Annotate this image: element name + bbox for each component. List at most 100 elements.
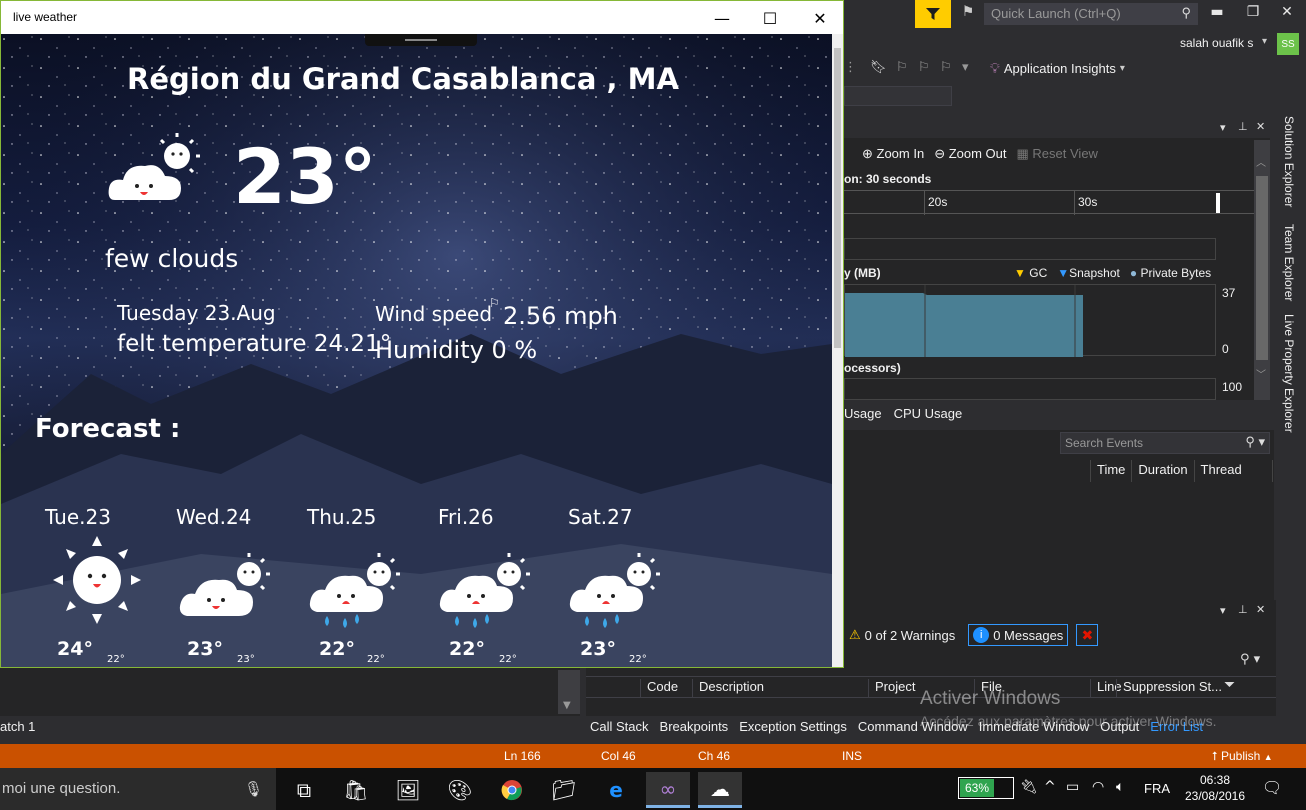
- scrollbar-thumb[interactable]: [834, 48, 841, 348]
- tab-cpu-usage[interactable]: CPU Usage: [894, 406, 963, 426]
- tab-team-explorer[interactable]: Team Explorer: [1282, 224, 1296, 301]
- chevron-down-icon[interactable]: ﹀: [1256, 366, 1266, 381]
- chevron-down-icon[interactable]: ▾: [1262, 36, 1267, 47]
- avatar[interactable]: SS: [1277, 33, 1299, 55]
- clear-filter-icon[interactable]: ✖: [1076, 624, 1099, 646]
- pane-menu-icon[interactable]: ▾: [1220, 121, 1226, 134]
- photos-app-icon[interactable]: 🖼︎: [386, 772, 430, 808]
- search-icon: ⚲ ▾: [1245, 434, 1265, 449]
- task-view-icon[interactable]: ⧉: [282, 772, 326, 808]
- volume-icon[interactable]: 🔈︎: [1116, 779, 1124, 795]
- status-column: Col 46: [601, 749, 636, 763]
- chrome-icon[interactable]: [490, 772, 534, 808]
- bookmark-next-icon[interactable]: ⚐: [918, 60, 930, 75]
- system-clock[interactable]: 06:38 23/08/2016: [1180, 772, 1250, 804]
- feedback-filter-button[interactable]: [915, 0, 951, 28]
- arrow-up-icon: ⭡: [1212, 749, 1218, 763]
- felt-temperature: felt temperature 24.21°: [117, 331, 392, 357]
- chevron-up-icon[interactable]: ︿: [1256, 154, 1266, 169]
- chevron-down-icon: ▾: [1119, 63, 1125, 74]
- zoom-out-button[interactable]: ⊖ Zoom Out: [934, 146, 1006, 162]
- warning-icon: ⚠: [849, 627, 861, 642]
- vs-restore-button[interactable]: ❐: [1240, 4, 1266, 26]
- wind-flag-icon: ⚐: [489, 296, 500, 310]
- toolbar-grip-icon: ⋮: [844, 60, 857, 75]
- search-events-input[interactable]: Search Events ⚲ ▾: [1060, 432, 1270, 454]
- ruler-tick: [924, 191, 925, 215]
- notifications-icon[interactable]: ⚑: [956, 4, 980, 24]
- minimize-button[interactable]: —: [699, 5, 745, 31]
- search-icon[interactable]: ⚲ ▾: [1240, 652, 1260, 667]
- battery-indicator[interactable]: 63%: [958, 777, 1014, 799]
- col-duration[interactable]: Duration: [1131, 460, 1193, 482]
- warnings-filter-button[interactable]: ⚠ 0 of 2 Warnings: [844, 624, 960, 646]
- bookmark-icon[interactable]: 🔖︎: [870, 60, 887, 75]
- timeline-cursor[interactable]: [1216, 193, 1220, 213]
- close-button[interactable]: ✕: [797, 5, 843, 31]
- pin-icon[interactable]: ⊥: [1238, 603, 1248, 616]
- maximize-button[interactable]: ☐: [747, 5, 793, 31]
- tab-watch-1[interactable]: atch 1: [0, 719, 35, 734]
- toolbar-combobox[interactable]: [844, 86, 952, 106]
- cpu-title: ocessors): [844, 361, 901, 375]
- microphone-icon[interactable]: 🎙︎: [244, 780, 263, 798]
- pane-menu-icon[interactable]: ▾: [1220, 604, 1226, 617]
- quick-launch-input[interactable]: Quick Launch (Ctrl+Q) ⚲: [984, 3, 1198, 25]
- paint-app-icon[interactable]: 🎨︎: [438, 772, 482, 808]
- col-time[interactable]: Time: [1090, 460, 1131, 482]
- file-explorer-icon[interactable]: 📁︎: [542, 772, 586, 808]
- cortana-search-box[interactable]: moi une question. 🎙︎: [0, 768, 276, 810]
- bookmark-clear-icon[interactable]: ⚐: [940, 60, 952, 75]
- events-track: [844, 238, 1216, 260]
- forecast-high: 22°: [449, 638, 485, 660]
- battery-icon[interactable]: ▭: [1066, 779, 1079, 795]
- tab-solution-explorer[interactable]: Solution Explorer: [1282, 116, 1296, 207]
- forecast-low: 23°: [237, 654, 255, 665]
- weather-scrollbar[interactable]: [832, 34, 843, 667]
- action-center-icon[interactable]: 🗨︎: [1262, 778, 1282, 797]
- col-suppression[interactable]: Suppression St...: [1116, 679, 1222, 697]
- info-icon: i: [973, 627, 990, 643]
- drag-handle[interactable]: [365, 34, 477, 46]
- col-code[interactable]: Code: [640, 679, 678, 697]
- pin-icon[interactable]: ⊥: [1238, 120, 1248, 133]
- tab-live-property-explorer[interactable]: Live Property Explorer: [1282, 314, 1296, 433]
- messages-filter-button[interactable]: i 0 Messages: [968, 624, 1069, 646]
- weather-app-icon[interactable]: ☁: [698, 772, 742, 808]
- vs-close-button[interactable]: ✕: [1274, 4, 1300, 26]
- scrollbar-thumb[interactable]: [1256, 176, 1268, 360]
- close-pane-icon[interactable]: ✕: [1256, 603, 1265, 616]
- memory-legend: ▼ GC ▼Snapshot ● Private Bytes: [1014, 266, 1211, 280]
- publish-button[interactable]: ⭡ Publish ▲: [1212, 749, 1273, 764]
- application-insights-button[interactable]: 💡︎ Application Insights ▾: [990, 60, 1125, 77]
- col-description[interactable]: Description: [692, 679, 764, 697]
- wifi-icon[interactable]: ◠: [1092, 779, 1104, 795]
- input-language[interactable]: FRA: [1144, 781, 1170, 796]
- tab-breakpoints[interactable]: Breakpoints: [660, 719, 729, 734]
- tab-call-stack[interactable]: Call Stack: [590, 719, 649, 734]
- timeline-ruler[interactable]: 20s 30s: [844, 190, 1254, 215]
- zoom-in-button[interactable]: ⊕ Zoom In: [844, 146, 924, 162]
- funnel-icon[interactable]: ⏷: [1224, 677, 1235, 693]
- tab-exception-settings[interactable]: Exception Settings: [739, 719, 847, 734]
- visual-studio-icon[interactable]: ∞: [646, 772, 690, 808]
- user-name[interactable]: salah ouafik s: [1180, 36, 1253, 50]
- memory-chart: [844, 284, 1216, 357]
- bookmark-prev-icon[interactable]: ⚐: [896, 60, 908, 75]
- tab-memory-usage[interactable]: Usage: [844, 406, 882, 426]
- chevron-down-icon[interactable]: ▼: [563, 700, 571, 711]
- watch-scrollbar[interactable]: ▼: [558, 670, 580, 714]
- store-icon[interactable]: 🛍︎: [334, 772, 378, 808]
- close-pane-icon[interactable]: ✕: [1256, 120, 1265, 133]
- error-list-toolbar: ⚠ 0 of 2 Warnings i 0 Messages ✖: [844, 622, 1099, 648]
- edge-icon[interactable]: e: [594, 772, 638, 808]
- col-thread[interactable]: Thread: [1193, 460, 1273, 482]
- chevron-up-icon[interactable]: ^: [1044, 779, 1056, 795]
- forecast-day: Tue.23: [45, 505, 111, 529]
- vs-minimize-button[interactable]: ▬: [1204, 4, 1230, 26]
- col-project[interactable]: Project: [868, 679, 915, 697]
- reset-view-button[interactable]: ▦ Reset View: [1017, 146, 1098, 162]
- toolbar-overflow-icon[interactable]: ▾: [962, 60, 969, 75]
- plug-icon[interactable]: 🔌︎: [1020, 779, 1038, 795]
- diagnostics-scrollbar[interactable]: ︿ ﹀: [1254, 140, 1270, 400]
